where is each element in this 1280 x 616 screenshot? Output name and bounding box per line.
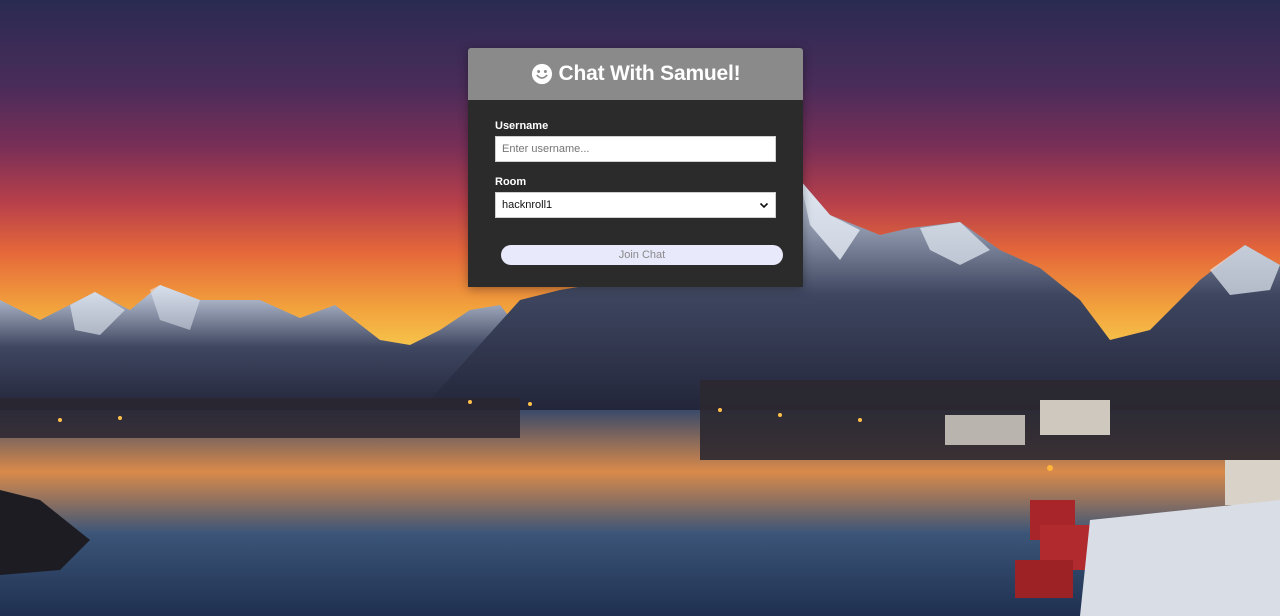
chevron-down-icon	[759, 202, 769, 209]
card-header: Chat With Samuel!	[468, 48, 803, 100]
background-scene: Chat With Samuel! Username Room hacknrol…	[0, 0, 1280, 616]
join-chat-card: Chat With Samuel! Username Room hacknrol…	[468, 48, 803, 287]
join-form: Username Room hacknroll1 Join Chat	[468, 100, 803, 265]
username-input[interactable]	[495, 136, 776, 162]
room-select-value: hacknroll1	[502, 199, 553, 211]
room-label: Room	[495, 176, 527, 188]
join-chat-button[interactable]: Join Chat	[501, 245, 783, 265]
page-title: Chat With Samuel!	[558, 62, 741, 85]
join-button-wrap: Join Chat	[495, 245, 783, 265]
smile-icon	[531, 63, 552, 85]
room-select[interactable]: hacknroll1	[495, 192, 776, 218]
room-group: Room hacknroll1	[495, 176, 776, 218]
username-label: Username	[495, 120, 549, 132]
username-group: Username	[495, 120, 776, 162]
